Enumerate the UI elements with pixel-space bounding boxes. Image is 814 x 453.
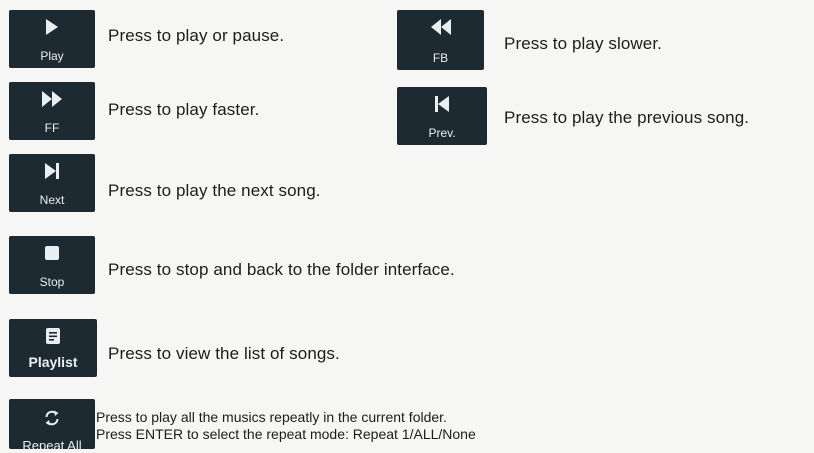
- fast-forward-button-label: FF: [44, 121, 60, 135]
- playlist-icon: [9, 327, 97, 345]
- fast-forward-description: Press to play faster.: [108, 100, 260, 119]
- previous-button-label: Prev.: [428, 126, 456, 140]
- repeat-icon: [9, 409, 95, 427]
- next-description: Press to play the next song.: [108, 181, 321, 200]
- stop-button-label: Stop: [39, 275, 65, 289]
- fast-backward-button-label: FB: [432, 51, 449, 65]
- fast-forward-button[interactable]: FF: [9, 82, 95, 140]
- stop-button[interactable]: Stop: [9, 236, 95, 294]
- next-track-icon: [9, 162, 95, 180]
- playlist-description: Press to view the list of songs.: [108, 344, 340, 363]
- repeat-all-button[interactable]: Repeat All: [9, 399, 95, 453]
- next-button[interactable]: Next: [9, 154, 95, 212]
- stop-icon: [9, 244, 95, 262]
- play-icon: [9, 18, 95, 36]
- fast-forward-icon: [9, 90, 95, 108]
- stop-description: Press to stop and back to the folder int…: [108, 260, 455, 279]
- repeat-all-description-line-1: Press to play all the musics repeatly in…: [96, 409, 447, 425]
- previous-description: Press to play the previous song.: [504, 108, 750, 127]
- previous-track-icon: [397, 95, 487, 113]
- playlist-button-label: Playlist: [28, 354, 78, 370]
- previous-button[interactable]: Prev.: [397, 87, 487, 145]
- fast-backward-description: Press to play slower.: [504, 34, 662, 53]
- play-description: Press to play or pause.: [108, 26, 285, 45]
- playlist-button[interactable]: Playlist: [9, 319, 97, 377]
- repeat-all-button-label: Repeat All: [22, 438, 82, 453]
- repeat-all-description-line-2: Press ENTER to select the repeat mode: R…: [96, 426, 476, 442]
- fast-backward-button[interactable]: FB: [397, 10, 484, 70]
- fast-backward-icon: [397, 18, 484, 36]
- next-button-label: Next: [39, 193, 65, 207]
- play-button[interactable]: Play: [9, 10, 95, 68]
- play-button-label: Play: [40, 49, 64, 63]
